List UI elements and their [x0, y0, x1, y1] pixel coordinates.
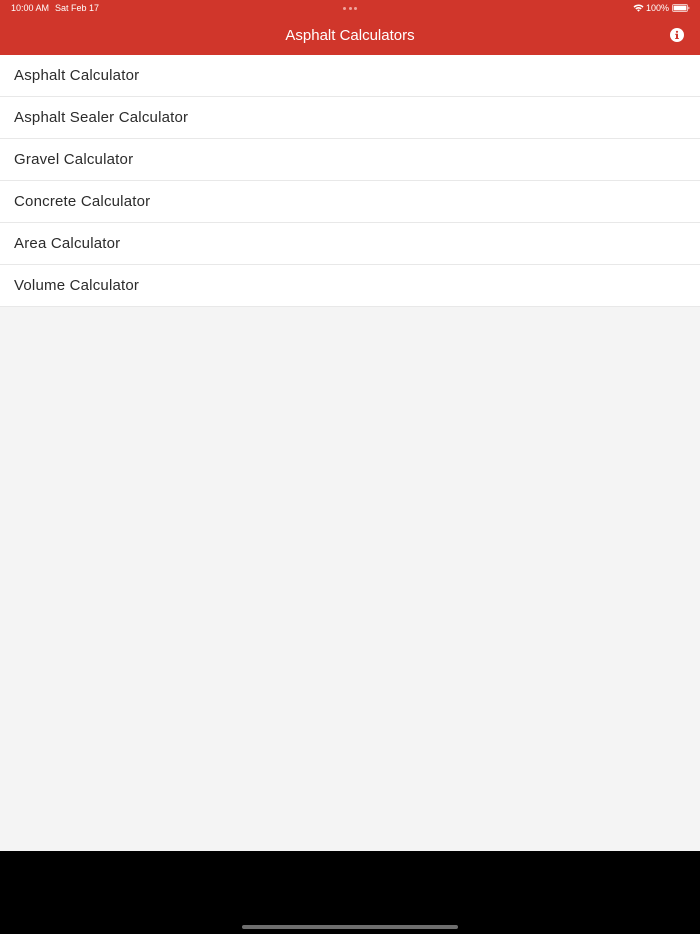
status-bar: 10:00 AM Sat Feb 17 100%	[0, 0, 700, 17]
list-item-label: Volume Calculator	[14, 277, 140, 294]
list-item-volume-calculator[interactable]: Volume Calculator	[0, 265, 700, 307]
home-indicator[interactable]	[242, 925, 458, 929]
status-date: Sat Feb 17	[55, 3, 100, 13]
navigation-bar: 10:00 AM Sat Feb 17 100% Asphalt Calcula…	[0, 0, 700, 55]
wifi-icon	[633, 4, 644, 12]
page-title: Asphalt Calculators	[285, 27, 415, 44]
list-item-concrete-calculator[interactable]: Concrete Calculator	[0, 181, 700, 223]
list-item-label: Area Calculator	[14, 235, 121, 252]
info-icon[interactable]	[669, 27, 685, 43]
app-screen: 10:00 AM Sat Feb 17 100% Asphalt Calcula…	[0, 0, 700, 851]
list-item-asphalt-sealer-calculator[interactable]: Asphalt Sealer Calculator	[0, 97, 700, 139]
bottom-bar	[0, 851, 700, 934]
battery-icon	[672, 4, 690, 12]
list-item-label: Asphalt Sealer Calculator	[14, 109, 189, 126]
multitasking-dots-icon[interactable]	[343, 7, 357, 10]
list-item-asphalt-calculator[interactable]: Asphalt Calculator	[0, 55, 700, 97]
battery-percent: 100%	[646, 3, 670, 13]
status-time: 10:00 AM	[11, 3, 50, 13]
list-item-area-calculator[interactable]: Area Calculator	[0, 223, 700, 265]
list-item-gravel-calculator[interactable]: Gravel Calculator	[0, 139, 700, 181]
list-item-label: Asphalt Calculator	[14, 67, 140, 84]
list-item-label: Concrete Calculator	[14, 193, 151, 210]
calculator-list: Asphalt Calculator Asphalt Sealer Calcul…	[0, 55, 700, 307]
list-item-label: Gravel Calculator	[14, 151, 134, 168]
